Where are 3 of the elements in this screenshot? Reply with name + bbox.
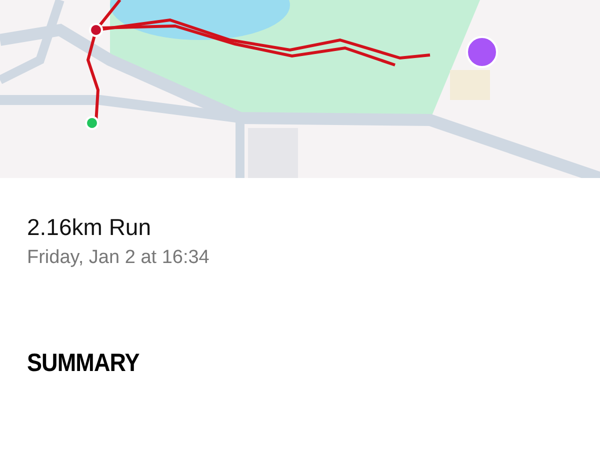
section-heading: SUMMARY [27,349,140,378]
activity-date: Friday, Jan 2 at 16:34 [27,246,210,270]
activity-title: 2.16km Run [27,213,152,242]
